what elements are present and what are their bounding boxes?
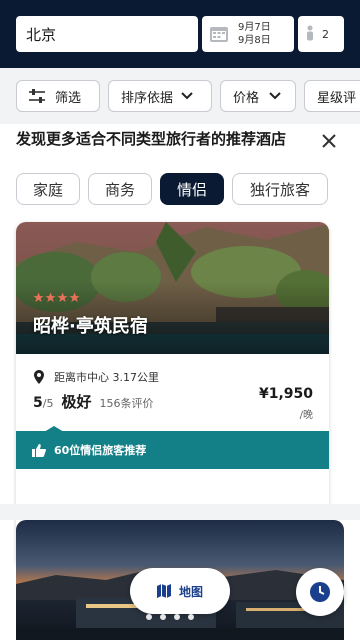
tab-family[interactable]: 家庭 [16,173,80,205]
hotel-location: 距离市中心 3.17公里 [34,369,159,385]
distance-text: 距离市中心 3.17公里 [54,371,159,384]
guest-count: 2 [322,27,329,41]
clock-icon [310,582,330,602]
map-label: 地图 [178,584,203,599]
close-icon[interactable] [318,130,340,152]
person-icon [306,25,314,44]
clock-button[interactable] [296,568,344,616]
location-pin-icon [34,370,44,384]
price-label: 价格 [233,90,260,106]
star-icon [45,292,56,303]
panel-title: 发现更多适合不同类型旅行者的推荐酒店 [16,130,287,148]
rating-word: 极好 [61,393,92,411]
tab-solo[interactable]: 独行旅客 [232,173,328,205]
map-button[interactable]: 地图 [130,568,230,614]
checkout-date: 9月8日 [238,35,271,46]
date-field[interactable]: 9月7日 9月8日 [202,16,294,52]
destination-field[interactable]: 北京 [16,16,198,52]
hotel-rating: 5 /5 极好 156条评价 [33,391,153,412]
sort-dropdown[interactable]: 排序依据 [108,80,212,112]
filter-label: 筛选 [55,90,82,106]
hotel-price: ¥1,950 [258,386,313,402]
tab-couples[interactable]: 情侣 [160,173,224,205]
recommendation-text: 60位情侣旅客推荐 [54,444,147,457]
guests-field[interactable]: 2 [298,16,344,52]
star-icon [57,292,68,303]
rating-scale: /5 [42,397,54,410]
section-divider [0,504,360,520]
thumbs-up-icon [32,443,46,457]
star-icon [33,292,44,303]
search-header: 北京 9月7日 9月8日 2 [0,0,360,68]
chevron-down-icon [269,92,281,100]
star-rating-label: 星级评 [317,90,357,106]
recommendation-panel: 发现更多适合不同类型旅行者的推荐酒店 家庭 商务 情侣 独行旅客 昭桦·亭筑民宿… [0,124,360,611]
sliders-icon [29,89,45,103]
map-icon [156,584,171,598]
filter-button[interactable]: 筛选 [16,80,100,112]
price-dropdown[interactable]: 价格 [220,80,296,112]
tab-business[interactable]: 商务 [88,173,152,205]
hotel-name: 昭桦·亭筑民宿 [33,316,148,337]
rating-score: 5 [33,395,43,411]
filter-bar: 筛选 排序依据 价格 星级评 [0,68,360,124]
star-rating-dropdown[interactable]: 星级评 [304,80,360,112]
recommendation-banner: 60位情侣旅客推荐 [16,431,329,469]
review-count: 156条评价 [99,397,154,410]
star-icon [69,292,80,303]
sort-label: 排序依据 [121,90,174,106]
chevron-down-icon [181,92,193,100]
calendar-icon [210,26,228,42]
checkin-date: 9月7日 [238,22,271,33]
photo-dots [146,614,194,620]
price-per-night: /晚 [299,410,313,421]
hotel-stars [33,292,80,303]
